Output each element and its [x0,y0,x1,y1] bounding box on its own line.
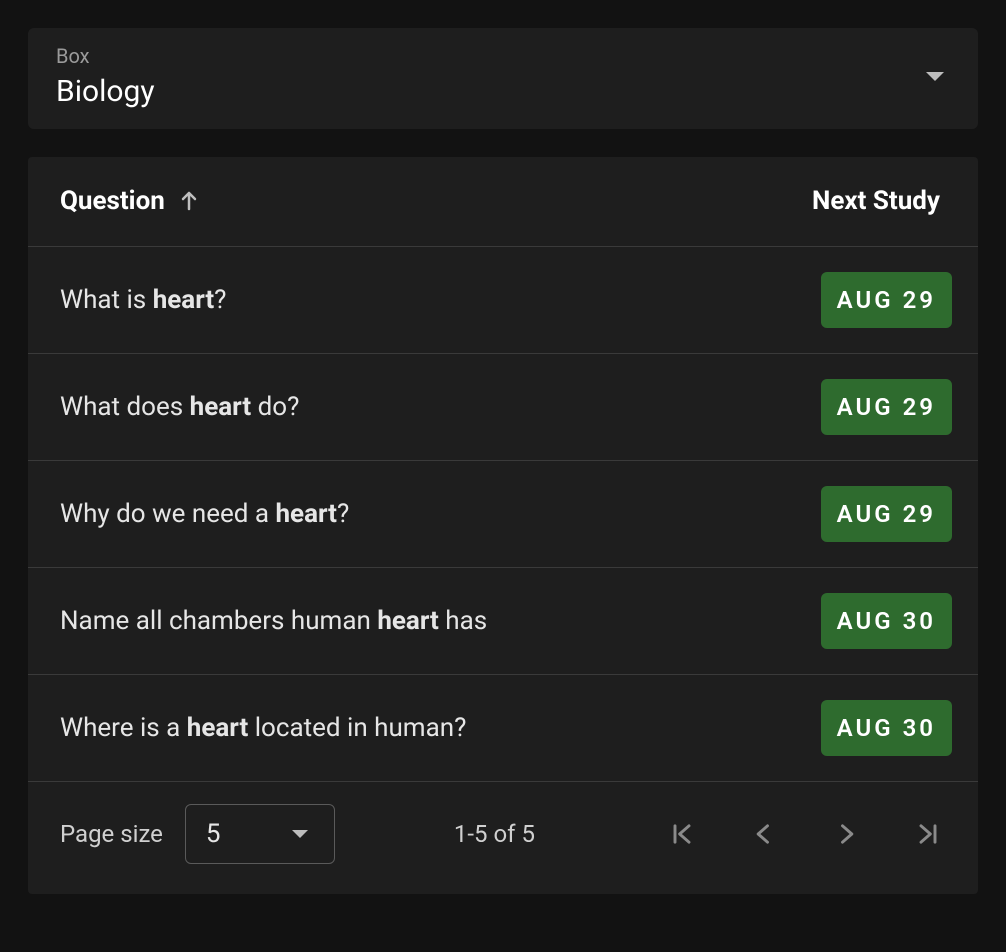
next-page-button[interactable] [828,816,864,852]
question-cell: Name all chambers human heart has [54,606,812,636]
table-row[interactable]: What is heart? AUG 29 [28,247,978,354]
pagination-controls [664,816,946,852]
column-header-next-study[interactable]: Next Study [806,185,946,218]
next-study-badge: AUG 30 [821,593,952,649]
table-row[interactable]: Why do we need a heart? AUG 29 [28,461,978,568]
last-page-button[interactable] [910,816,946,852]
page-size-label: Page size [60,820,163,848]
pagination-range: 1-5 of 5 [375,820,614,848]
page-size-value: 5 [206,819,221,849]
next-study-cell: AUG 29 [812,272,952,328]
question-cell: What does heart do? [54,392,812,422]
page-size-select[interactable]: 5 [185,804,335,864]
next-study-cell: AUG 29 [812,486,952,542]
next-study-badge: AUG 30 [821,700,952,756]
box-select[interactable]: Box Biology [28,28,978,129]
first-page-button[interactable] [664,816,700,852]
caret-down-icon [292,830,308,838]
column-header-next-study-label: Next Study [812,186,940,216]
table-row[interactable]: Where is a heart located in human? AUG 30 [28,675,978,782]
next-study-badge: AUG 29 [821,486,952,542]
questions-table: Question Next Study What is heart? AUG 29… [28,157,978,894]
prev-page-button[interactable] [746,816,782,852]
table-footer: Page size 5 1-5 of 5 [28,782,978,894]
next-study-cell: AUG 30 [812,700,952,756]
table-row[interactable]: Name all chambers human heart has AUG 30 [28,568,978,675]
question-cell: What is heart? [54,285,812,315]
next-study-cell: AUG 29 [812,379,952,435]
question-cell: Where is a heart located in human? [54,713,812,743]
next-study-badge: AUG 29 [821,379,952,435]
column-header-question[interactable]: Question [60,186,806,216]
table-header-row: Question Next Study [28,157,978,247]
next-study-badge: AUG 29 [821,272,952,328]
box-select-value: Biology [56,74,155,109]
question-cell: Why do we need a heart? [54,499,812,529]
sort-ascending-icon [177,189,201,213]
column-header-question-label: Question [60,186,165,216]
caret-down-icon [926,72,944,81]
next-study-cell: AUG 30 [812,593,952,649]
box-select-label: Box [56,44,155,68]
table-row[interactable]: What does heart do? AUG 29 [28,354,978,461]
